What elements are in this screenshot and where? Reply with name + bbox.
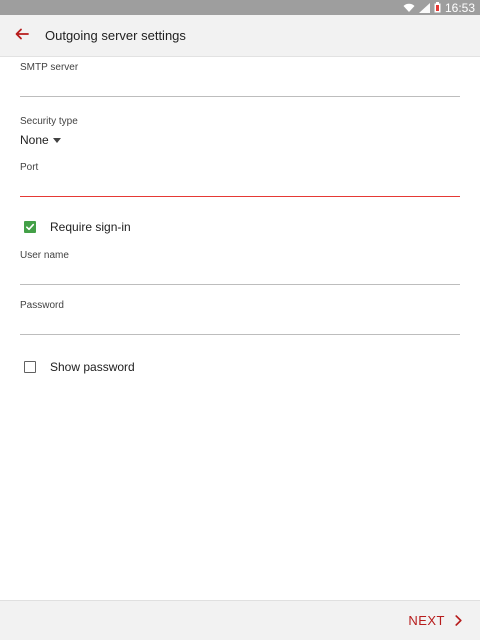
signal-icon [418, 2, 430, 13]
port-input[interactable] [20, 176, 460, 194]
security-type-label: Security type [20, 116, 78, 127]
security-type-dropdown[interactable]: None [20, 133, 61, 147]
next-button[interactable]: NEXT [408, 613, 462, 628]
password-input[interactable] [20, 314, 460, 332]
require-signin-label: Require sign-in [50, 220, 131, 234]
security-type-value: None [20, 133, 49, 147]
password-underline [20, 334, 460, 335]
back-button[interactable] [0, 15, 44, 57]
user-name-input[interactable] [20, 264, 460, 282]
smtp-server-label: SMTP server [20, 62, 79, 73]
smtp-server-underline [20, 96, 460, 97]
checkmark-icon [26, 223, 35, 231]
require-signin-checkbox-row[interactable]: Require sign-in [24, 220, 131, 234]
app-bar: Outgoing server settings [0, 15, 480, 57]
wifi-icon [403, 3, 415, 13]
port-label: Port [20, 162, 39, 173]
user-name-label: User name [20, 250, 69, 261]
require-signin-checkbox[interactable] [24, 221, 36, 233]
show-password-checkbox-row[interactable]: Show password [24, 360, 135, 374]
password-label: Password [20, 300, 64, 311]
status-time: 16:53 [444, 0, 475, 15]
show-password-checkbox[interactable] [24, 361, 36, 373]
caret-down-icon [52, 137, 61, 143]
next-label: NEXT [408, 613, 445, 628]
bottom-bar: NEXT [0, 600, 480, 640]
user-name-underline [20, 284, 460, 285]
status-bar: 16:53 [0, 0, 480, 15]
battery-icon [434, 2, 441, 13]
smtp-server-input[interactable] [20, 76, 460, 94]
page-title: Outgoing server settings [45, 28, 186, 43]
chevron-right-icon [455, 615, 462, 626]
show-password-label: Show password [50, 360, 135, 374]
port-underline [20, 196, 460, 197]
arrow-left-icon [15, 27, 29, 45]
